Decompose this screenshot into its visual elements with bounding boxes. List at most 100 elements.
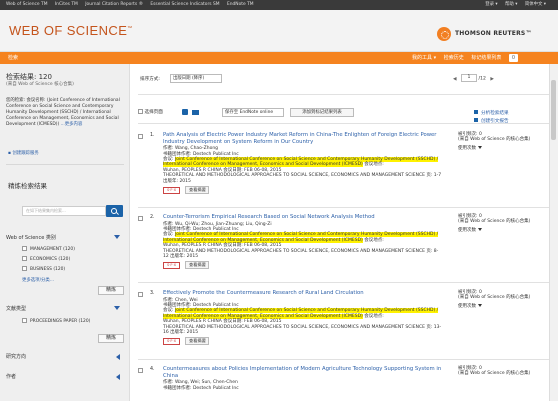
login-menu[interactable]: 登录 ▾ xyxy=(485,2,497,7)
checkbox-icon xyxy=(22,318,27,323)
more-options-link[interactable]: 更多选项/分类... xyxy=(22,277,54,283)
page-input[interactable]: 1 xyxy=(461,74,478,82)
refine-search-input[interactable]: 在如下结果集内检索... xyxy=(22,206,106,216)
search-tab[interactable]: 检索 xyxy=(8,52,18,64)
record-actions: S·F·X 查看摘要 xyxy=(163,186,443,195)
record-checkbox[interactable] xyxy=(138,292,143,297)
category-checkbox[interactable]: BUSINESS (120) xyxy=(22,266,65,272)
page-total: /12 xyxy=(478,76,486,82)
scrollbar-thumb[interactable] xyxy=(551,80,556,140)
help-menu[interactable]: 帮助 ▾ xyxy=(505,2,517,7)
record-checkbox[interactable] xyxy=(138,368,143,373)
pager: ◀ 1 /12 ▶ xyxy=(450,74,497,82)
site-header: WEB OF SCIENCE™ THOMSON REUTERS™ xyxy=(0,10,558,52)
view-abstract-button[interactable]: 查看摘要 xyxy=(185,186,210,195)
refine-button[interactable]: 精炼 xyxy=(98,334,124,343)
usage-count-menu[interactable]: 使用次数 xyxy=(458,227,548,233)
main-nav-bar: 检索 我的工具 ▾ 检索历史 标记结果列表 0 xyxy=(0,52,558,64)
product-link-esi[interactable]: Essential Science Indicators SM xyxy=(150,2,219,7)
record-editor: 书籍团体作者: Destech Publicat Inc xyxy=(163,385,239,391)
conference-highlight: Joint Conference of International Confer… xyxy=(163,232,439,243)
divider xyxy=(138,359,550,360)
author-section[interactable]: 作者 xyxy=(6,373,124,380)
wos-category-section[interactable]: Web of Science 类别 xyxy=(6,234,124,241)
product-link-jcr[interactable]: Journal Citation Reports ® xyxy=(85,2,143,7)
marked-count-badge: 0 xyxy=(508,54,519,62)
divider xyxy=(138,207,550,208)
sfx-button[interactable]: S·F·X xyxy=(163,261,180,269)
chevron-left-icon xyxy=(116,374,120,380)
thomson-reuters-wordmark: THOMSON REUTERS™ xyxy=(455,30,532,37)
record-title-link[interactable]: Effectively Promote the Countermeasure R… xyxy=(163,290,443,297)
doctype-section[interactable]: 文献类型 xyxy=(6,305,124,312)
product-link-incites[interactable]: InCites TM xyxy=(55,2,78,7)
refine-search-button[interactable] xyxy=(106,205,123,217)
citation-report-link[interactable]: 创建引文报告 xyxy=(474,118,509,126)
usage-count-menu[interactable]: 使用次数 xyxy=(458,303,548,309)
category-checkbox[interactable]: ECONOMICS (120) xyxy=(22,256,70,262)
chevron-left-icon xyxy=(116,354,120,360)
record-number: 1. xyxy=(150,133,155,138)
wos-logo[interactable]: WEB OF SCIENCE™ xyxy=(9,23,133,38)
left-sidebar: 检索结果: 120 (来自 Web of Science 核心合集) 您的检索:… xyxy=(0,64,130,401)
sfx-button[interactable]: S·F·X xyxy=(163,337,180,345)
refine-button[interactable]: 精炼 xyxy=(98,286,124,295)
record-metrics: 被引频次: 0 (来自 Web of Science 的核心合集) 使用次数 xyxy=(458,132,548,151)
record-title-link[interactable]: Counter-Terrorism Empirical Research Bas… xyxy=(163,214,443,221)
more-link[interactable]: ...更多内容 xyxy=(61,122,83,127)
view-abstract-button[interactable]: 查看摘要 xyxy=(185,337,210,346)
divider xyxy=(138,123,550,124)
product-link-endnote[interactable]: EndNote TM xyxy=(227,2,254,7)
record-body: Effectively Promote the Countermeasure R… xyxy=(163,290,443,346)
analyze-results-link[interactable]: 分析检索结果 xyxy=(474,110,509,118)
search-history-link[interactable]: 检索历史 xyxy=(444,55,464,61)
sidebar-divider xyxy=(6,164,124,165)
add-to-marked-list-button[interactable]: 添加到标记结果列表 xyxy=(290,108,354,117)
select-page-checkbox[interactable] xyxy=(138,109,143,114)
record-conference: 会议: Joint Conference of International Co… xyxy=(163,157,439,168)
marked-list-link[interactable]: 标记结果列表 xyxy=(471,55,501,61)
record-actions: S·F·X 查看摘要 xyxy=(163,261,443,270)
analyze-icon xyxy=(474,110,478,114)
record-title-link[interactable]: Countermeasures about Policies Implement… xyxy=(163,366,443,379)
record-conference: 会议: Joint Conference of International Co… xyxy=(163,232,439,243)
record-metrics: 被引频次: 0 (来自 Web of Science 的核心合集) 使用次数 xyxy=(458,290,548,309)
sfx-button[interactable]: S·F·X xyxy=(163,186,180,194)
next-page-icon[interactable]: ▶ xyxy=(490,77,494,82)
search-query-summary: 您的检索: 会议名称: (Joint Conference of Interna… xyxy=(6,98,122,128)
times-cited-source: (来自 Web of Science 的核心合集) xyxy=(458,219,531,225)
checkbox-icon xyxy=(22,246,27,251)
product-link-wos[interactable]: Web of Science TM xyxy=(6,2,47,7)
create-alert-link[interactable]: ▪ 创建跟踪服务 xyxy=(8,150,39,156)
times-cited-source: (来自 Web of Science 的核心合集) xyxy=(458,137,531,143)
report-icon xyxy=(474,118,478,122)
view-abstract-button[interactable]: 查看摘要 xyxy=(185,261,210,270)
prev-page-icon[interactable]: ◀ xyxy=(453,77,457,82)
record-number: 2. xyxy=(150,215,155,220)
usage-count-menu[interactable]: 使用次数 xyxy=(458,145,548,151)
divider xyxy=(138,282,550,283)
research-area-section[interactable]: 研究方向 xyxy=(6,353,124,360)
email-icon[interactable] xyxy=(192,110,199,115)
chevron-down-icon xyxy=(114,235,120,239)
print-icon[interactable] xyxy=(182,109,188,115)
caret-down-icon xyxy=(478,303,482,307)
record-metrics: 被引频次: 0 (来自 Web of Science 的核心合集) xyxy=(458,366,548,377)
chevron-down-icon xyxy=(114,306,120,310)
category-checkbox[interactable]: MANAGEMENT (120) xyxy=(22,246,75,252)
sort-select[interactable]: 出版日期 (降序) xyxy=(170,74,222,83)
conference-highlight: Joint Conference of International Confer… xyxy=(163,157,439,168)
record-checkbox[interactable] xyxy=(138,134,143,139)
endnote-select[interactable]: 保存至 EndNote online xyxy=(222,108,284,117)
my-tools-menu[interactable]: 我的工具 ▾ xyxy=(412,55,436,61)
record-number: 4. xyxy=(150,367,155,372)
refine-results-title: 精炼检索结果 xyxy=(8,182,47,190)
select-page[interactable]: 选择页面 xyxy=(138,109,163,115)
record-body: Countermeasures about Policies Implement… xyxy=(163,366,443,391)
record-title-link[interactable]: Path Analysis of Electric Power Industry… xyxy=(163,132,443,145)
record-checkbox[interactable] xyxy=(138,216,143,221)
product-links: Web of Science TM InCites TM Journal Cit… xyxy=(6,0,260,10)
record-metrics: 被引频次: 0 (来自 Web of Science 的核心合集) 使用次数 xyxy=(458,214,548,233)
doctype-checkbox[interactable]: PROCEEDINGS PAPER (120) xyxy=(22,318,90,324)
language-menu[interactable]: 简体中文 ▾ xyxy=(525,2,546,7)
